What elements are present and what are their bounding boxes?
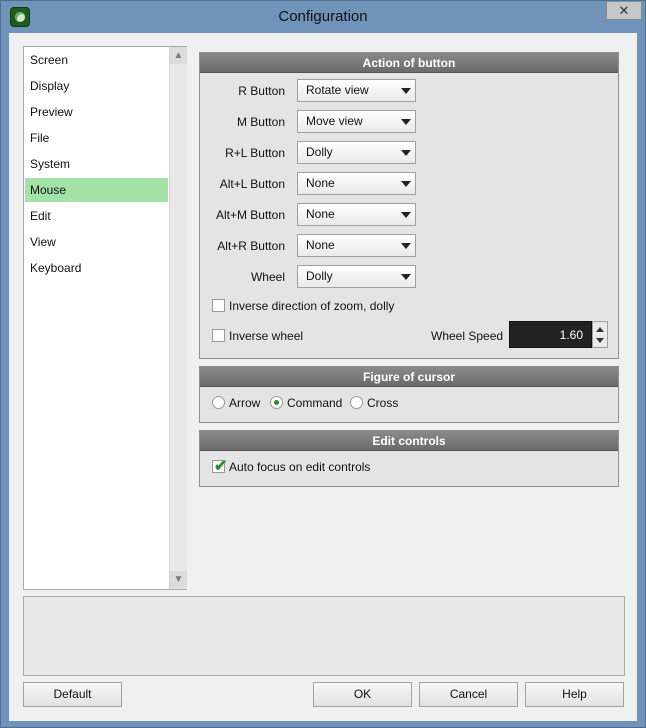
alt-l-button-select[interactable]: None [297,172,416,195]
scroll-up-icon[interactable]: ▲ [170,47,187,64]
category-item-preview[interactable]: Preview [25,100,168,124]
alt-m-button-label: Alt+M Button [215,208,285,222]
category-item-mouse[interactable]: Mouse [25,178,168,202]
action-of-button-group: Action of button R Button Rotate view M … [199,52,619,359]
category-item-edit[interactable]: Edit [25,204,168,228]
category-item-display[interactable]: Display [25,74,168,98]
rl-button-value: Dolly [306,145,333,159]
m-button-value: Move view [306,114,363,128]
rl-button-select[interactable]: Dolly [297,141,416,164]
wheel-speed-spinner[interactable] [592,321,608,348]
figure-of-cursor-header: Figure of cursor [200,367,618,387]
alt-m-button-value: None [306,207,335,221]
dropdown-arrow-icon [401,212,411,218]
inverse-zoom-checkbox[interactable] [212,299,225,312]
alt-l-button-value: None [306,176,335,190]
inverse-wheel-label: Inverse wheel [229,329,304,343]
category-list: Screen Display Preview File System Mouse… [23,46,187,590]
dropdown-arrow-icon [401,119,411,125]
dropdown-arrow-icon [401,181,411,187]
figure-of-cursor-group: Figure of cursor Arrow Command Cross [199,366,619,423]
dropdown-arrow-icon [401,274,411,280]
alt-r-button-label: Alt+R Button [217,239,285,253]
wheel-speed-input[interactable]: 1.60 [509,321,592,348]
edit-controls-group: Edit controls ✔ Auto focus on edit contr… [199,430,619,487]
wheel-value: Dolly [306,269,333,283]
alt-r-button-value: None [306,238,335,252]
cursor-command-label: Command [287,396,343,410]
cursor-cross-label: Cross [367,396,399,410]
wheel-speed-label: Wheel Speed [431,329,504,343]
window-title: Configuration [278,8,368,25]
m-button-select[interactable]: Move view [297,110,416,133]
rl-button-label: R+L Button [225,146,285,160]
close-button[interactable]: ✕ [606,2,642,20]
r-button-select[interactable]: Rotate view [297,79,416,102]
auto-focus-label: Auto focus on edit controls [229,460,371,474]
cursor-arrow-radio[interactable] [212,396,225,409]
configuration-window: Configuration ✕ Screen Display Preview F… [0,0,646,728]
cancel-button[interactable]: Cancel [419,682,518,707]
alt-m-button-select[interactable]: None [297,203,416,226]
dropdown-arrow-icon [401,243,411,249]
dropdown-arrow-icon [401,88,411,94]
r-button-value: Rotate view [306,83,369,97]
inverse-wheel-checkbox[interactable] [212,329,225,342]
wheel-select[interactable]: Dolly [297,265,416,288]
help-button[interactable]: Help [525,682,624,707]
m-button-label: M Button [236,115,285,129]
cursor-cross-radio[interactable] [350,396,363,409]
default-button[interactable]: Default [23,682,122,707]
category-item-view[interactable]: View [25,230,168,254]
spin-up-icon[interactable] [596,327,604,332]
wheel-label: Wheel [250,270,285,284]
inverse-zoom-label: Inverse direction of zoom, dolly [229,299,395,313]
description-panel [23,596,625,676]
dialog-client-area: Screen Display Preview File System Mouse… [9,33,637,721]
category-item-file[interactable]: File [25,126,168,150]
dropdown-arrow-icon [401,150,411,156]
action-of-button-header: Action of button [200,53,618,73]
checkmark-icon: ✔ [214,458,228,475]
ok-button[interactable]: OK [313,682,412,707]
cursor-arrow-label: Arrow [229,396,261,410]
edit-controls-header: Edit controls [200,431,618,451]
alt-r-button-select[interactable]: None [297,234,416,257]
title-bar[interactable]: Configuration ✕ [1,1,645,33]
category-item-keyboard[interactable]: Keyboard [25,256,168,280]
spin-down-icon[interactable] [596,338,604,343]
cursor-command-radio[interactable] [270,396,283,409]
alt-l-button-label: Alt+L Button [219,177,285,191]
category-item-system[interactable]: System [25,152,168,176]
scroll-down-icon[interactable]: ▼ [170,571,187,588]
auto-focus-checkbox[interactable]: ✔ [212,458,227,475]
r-button-label: R Button [238,84,285,98]
category-item-screen[interactable]: Screen [25,48,168,72]
